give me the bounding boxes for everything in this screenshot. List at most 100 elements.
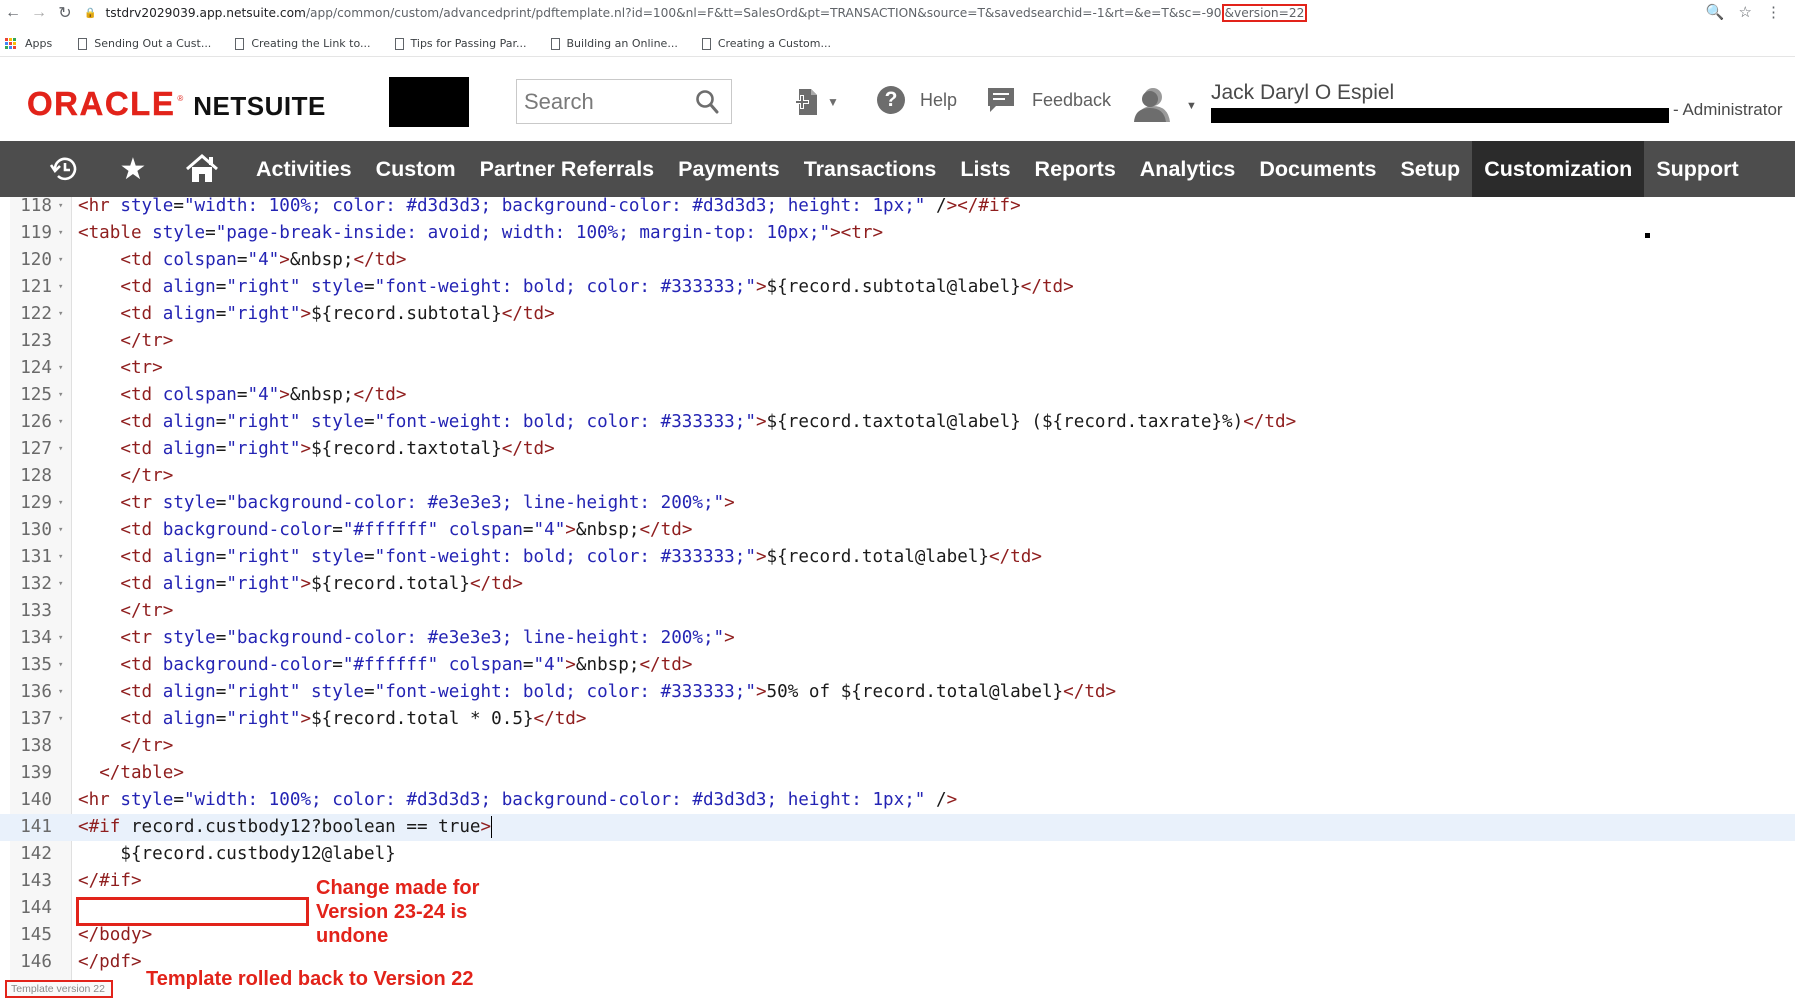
bookmark-item[interactable]: Creating a Custom... <box>701 37 831 50</box>
oracle-netsuite-logo[interactable]: ORACLE ® NETSUITE <box>27 85 326 123</box>
line-number: 145 <box>20 925 52 945</box>
fold-arrow-icon[interactable]: ▾ <box>58 517 63 544</box>
code-line[interactable]: 127 ▾ <td align="right">${record.taxtotal… <box>0 436 1795 463</box>
code-text: </tr> <box>120 331 174 351</box>
nav-activities[interactable]: Activities <box>244 141 364 197</box>
global-search[interactable] <box>516 79 732 124</box>
fold-arrow-icon[interactable]: ▾ <box>58 301 63 328</box>
code-line[interactable]: 135 ▾ <td background-color="#ffffff" cols… <box>0 652 1795 679</box>
search-icon[interactable] <box>695 89 719 115</box>
app-header: ORACLE ® NETSUITE ▼ ? Help Feedba <box>0 62 1795 140</box>
more-menu-icon[interactable]: ⋮ <box>1766 3 1781 21</box>
code-line[interactable]: 120 ▾ <td colspan="4">&nbsp;</td> <box>0 247 1795 274</box>
fold-arrow-icon[interactable]: ▾ <box>58 436 63 463</box>
nav-home[interactable] <box>164 141 240 197</box>
nav-shortcuts[interactable]: ★ <box>102 141 164 197</box>
fold-arrow-icon[interactable]: ▾ <box>58 544 63 571</box>
code-text: ${record.custbody12@label} <box>78 844 396 864</box>
line-number: 141 <box>20 817 52 837</box>
code-line[interactable]: 130 ▾ <td background-color="#ffffff" cols… <box>0 517 1795 544</box>
fold-arrow-icon[interactable]: ▾ <box>58 220 63 247</box>
back-arrow-icon[interactable]: ← <box>0 0 26 26</box>
fold-arrow-icon[interactable]: ▾ <box>58 706 63 733</box>
fold-arrow-icon[interactable]: ▾ <box>58 355 63 382</box>
code-line[interactable]: 142 ${record.custbody12@label} <box>0 841 1795 868</box>
fold-arrow-icon[interactable]: ▾ <box>58 382 63 409</box>
star-bookmark-icon[interactable]: ☆ <box>1739 3 1752 21</box>
fold-arrow-icon[interactable]: ▾ <box>58 625 63 652</box>
code-line[interactable]: 141 <#if record.custbody12?boolean == tru… <box>0 814 1795 841</box>
line-number: 131 <box>20 547 52 567</box>
code-line[interactable]: 137 ▾ <td align="right">${record.total * … <box>0 706 1795 733</box>
nav-reports[interactable]: Reports <box>1023 141 1128 197</box>
code-text: <td align="right">${record.total * 0.5}<… <box>120 709 587 729</box>
logo-netsuite-text: NETSUITE <box>193 91 326 121</box>
company-logo-redacted <box>389 77 469 127</box>
reload-icon[interactable]: ↻ <box>52 0 78 26</box>
code-line[interactable]: 139 </table> <box>0 760 1795 787</box>
bookmark-item[interactable]: Creating the Link to... <box>235 37 371 50</box>
help-link[interactable]: ? Help <box>877 86 957 114</box>
fold-arrow-icon[interactable]: ▾ <box>58 571 63 598</box>
code-line[interactable]: 118 ▾ <hr style="width: 100%; color: #d3d3… <box>0 197 1795 220</box>
nav-transactions[interactable]: Transactions <box>792 141 949 197</box>
code-text: <td background-color="#ffffff" colspan="… <box>120 520 693 540</box>
code-line[interactable]: 138 </tr> <box>0 733 1795 760</box>
code-line[interactable]: 125 ▾ <td colspan="4">&nbsp;</td> <box>0 382 1795 409</box>
nav-payments[interactable]: Payments <box>666 141 792 197</box>
chevron-down-icon: ▼ <box>1186 100 1197 112</box>
nav-lists[interactable]: Lists <box>948 141 1022 197</box>
code-line[interactable]: 128 </tr> <box>0 463 1795 490</box>
code-line[interactable]: 119 ▾ <table style="page-break-inside: avo… <box>0 220 1795 247</box>
bookmark-item[interactable]: Building an Online... <box>550 37 678 50</box>
nav-documents[interactable]: Documents <box>1247 141 1388 197</box>
user-name: Jack Daryl O Espiel <box>1211 81 1395 104</box>
code-line[interactable]: 122 ▾ <td align="right">${record.subtotal… <box>0 301 1795 328</box>
code-line[interactable]: 129 ▾ <tr style="background-color: #e3e3e… <box>0 490 1795 517</box>
forward-arrow-icon[interactable]: → <box>26 0 52 26</box>
bookmark-item[interactable]: Sending Out a Cust... <box>78 37 211 50</box>
nav-custom[interactable]: Custom <box>364 141 468 197</box>
bookmark-item[interactable]: Tips for Passing Par... <box>394 37 527 50</box>
zoom-icon[interactable]: 🔍 <box>1706 3 1725 21</box>
bookmark-apps[interactable]: Apps <box>5 37 52 50</box>
code-line[interactable]: 121 ▾ <td align="right" style="font-weigh… <box>0 274 1795 301</box>
fold-arrow-icon[interactable]: ▾ <box>58 247 63 274</box>
code-text: </tr> <box>120 601 174 621</box>
template-code-editor[interactable]: 118 ▾ <hr style="width: 100%; color: #d3d3… <box>0 197 1795 984</box>
nav-partner-referrals[interactable]: Partner Referrals <box>468 141 666 197</box>
fold-arrow-icon[interactable]: ▾ <box>58 490 63 517</box>
nav-analytics[interactable]: Analytics <box>1128 141 1248 197</box>
fold-arrow-icon[interactable]: ▾ <box>58 197 63 220</box>
user-role: - Administrator <box>1673 100 1783 119</box>
code-line[interactable]: 123 </tr> <box>0 328 1795 355</box>
nav-customization[interactable]: Customization <box>1472 141 1645 197</box>
code-line[interactable]: 126 ▾ <td align="right" style="font-weigh… <box>0 409 1795 436</box>
feedback-link[interactable]: Feedback <box>986 86 1111 114</box>
star-icon: ★ <box>119 152 147 186</box>
nav-recent-records[interactable] <box>26 141 102 197</box>
code-line[interactable]: 132 ▾ <td align="right">${record.total}</… <box>0 571 1795 598</box>
code-line[interactable]: 136 ▾ <td align="right" style="font-weigh… <box>0 679 1795 706</box>
fold-arrow-icon[interactable]: ▾ <box>58 652 63 679</box>
search-input[interactable] <box>524 88 692 115</box>
empty-line-highlight-box <box>76 897 309 926</box>
code-text: <td align="right" style="font-weight: bo… <box>120 547 1042 567</box>
url-field[interactable]: 🔒 tstdrv2029039.app.netsuite.com/app/com… <box>84 4 1308 22</box>
code-line[interactable]: 143 </#if> <box>0 868 1795 895</box>
feedback-label: Feedback <box>1032 89 1112 110</box>
create-new-icon <box>795 89 817 115</box>
code-line[interactable]: 134 ▾ <tr style="background-color: #e3e3e… <box>0 625 1795 652</box>
code-line[interactable]: 140 <hr style="width: 100%; color: #d3d3d… <box>0 787 1795 814</box>
code-line[interactable]: 131 ▾ <td align="right" style="font-weigh… <box>0 544 1795 571</box>
code-line[interactable]: 145 </body> <box>0 922 1795 949</box>
fold-arrow-icon[interactable]: ▾ <box>58 274 63 301</box>
create-new-menu[interactable]: ▼ <box>795 87 839 117</box>
fold-arrow-icon[interactable]: ▾ <box>58 679 63 706</box>
fold-arrow-icon[interactable]: ▾ <box>58 409 63 436</box>
code-line[interactable]: 133 </tr> <box>0 598 1795 625</box>
code-text: </tr> <box>120 736 174 756</box>
code-line[interactable]: 124 ▾ <tr> <box>0 355 1795 382</box>
nav-setup[interactable]: Setup <box>1388 141 1472 197</box>
nav-support[interactable]: Support <box>1644 141 1750 197</box>
